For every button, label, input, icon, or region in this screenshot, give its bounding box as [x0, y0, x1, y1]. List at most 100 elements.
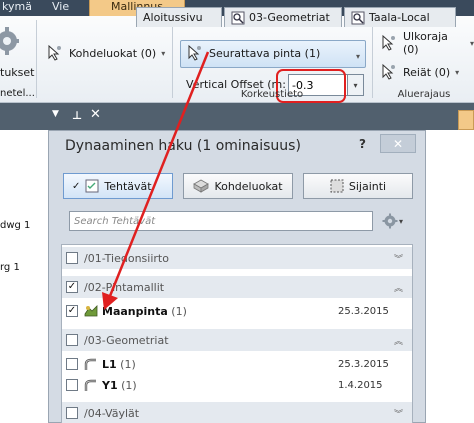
group-separator [372, 20, 373, 98]
ribbon-partial-group-label: netel... [0, 88, 35, 99]
group-label: /04-Väylät [84, 406, 140, 420]
alignment-icon [84, 379, 96, 391]
map-search-icon [351, 11, 365, 24]
tab-taala-local-label: Taala-Local [369, 11, 430, 24]
pick-cursor-icon [382, 34, 395, 51]
check-icon: ✓ [67, 281, 77, 292]
gear-icon [382, 213, 398, 229]
tab-aloitussivu[interactable]: Aloitussivu [136, 7, 222, 27]
item-name: Y1 [102, 378, 118, 392]
tab-vie[interactable]: Vie [52, 0, 78, 16]
item-checkbox[interactable]: ✓ [66, 305, 78, 317]
chevron-down-icon[interactable]: ▾ [356, 52, 360, 61]
search-options-button[interactable]: ▾ [382, 211, 408, 231]
group-checkbox[interactable]: ✓ [66, 281, 78, 293]
group-label-korkeustieto: Korkeustieto [240, 89, 304, 100]
surface-icon [84, 305, 98, 317]
task-list-icon [85, 179, 99, 193]
tab-overflow[interactable] [458, 110, 474, 130]
ribbon: tukset netel... Kohdeluokat (0) ▾ Seurat… [0, 16, 474, 103]
feature-class-icon [193, 179, 210, 193]
tab-aloitussivu-label: Aloitussivu [143, 11, 203, 24]
ribbon-partial-label[interactable]: tukset [0, 66, 34, 79]
group-checkbox[interactable] [66, 407, 78, 419]
kohdeluokat-button[interactable]: Kohdeluokat (0) ▾ [46, 44, 165, 62]
tehtavat-label: Tehtävät [104, 179, 152, 193]
tab-nakyma[interactable]: kymä [2, 0, 34, 16]
item-label: Maanpinta (1) [102, 305, 187, 318]
panel-title: Dynaaminen haku (1 ominaisuus) [65, 138, 301, 154]
list-item[interactable]: L1 (1) 25.3.2015 [62, 354, 412, 374]
pick-cursor-icon [48, 44, 61, 61]
item-count: (1) [120, 357, 136, 371]
group-separator [172, 20, 173, 98]
kohdeluokat-label: Kohdeluokat (0) [69, 46, 157, 60]
sijainti-button[interactable]: Sijainti [303, 173, 413, 199]
expand-icon[interactable]: ︾ [394, 252, 403, 265]
group-separator [36, 20, 37, 98]
search-input[interactable] [69, 211, 373, 231]
close-button[interactable]: ✕ [380, 134, 416, 153]
results-list: /01-Tiedonsiirto ︾ ✓ /02-Pintamallit ︽ ✓… [61, 244, 413, 423]
gear-large-icon[interactable] [0, 26, 20, 56]
reiat-button[interactable]: Reiät (0) ▾ [380, 63, 459, 81]
item-checkbox[interactable] [66, 379, 78, 391]
item-date: 1.4.2015 [338, 379, 383, 391]
project-tree-pane: dwg 1 rg 1 [0, 130, 48, 423]
collapse-icon[interactable]: ︽ [394, 281, 403, 294]
group-label-aluerajaus: Aluerajaus [397, 89, 451, 100]
collapse-icon[interactable]: ︽ [394, 334, 403, 347]
item-count: (1) [171, 304, 187, 318]
map-search-icon [231, 11, 245, 24]
tree-item[interactable]: rg 1 [0, 262, 20, 273]
pick-cursor-icon [188, 44, 201, 61]
ulkoraja-label: Ulkoraja (0) [403, 30, 448, 56]
list-item[interactable]: Y1 (1) 1.4.2015 [62, 375, 412, 395]
tab-taala-local[interactable]: Taala-Local [344, 7, 456, 27]
group-label: /01-Tiedonsiirto [84, 251, 169, 265]
group-checkbox[interactable] [66, 252, 78, 264]
seurattava-pinta-content[interactable]: Seurattava pinta (1) [186, 44, 320, 62]
check-icon: ✓ [67, 305, 77, 316]
close-icon: ✕ [392, 136, 404, 151]
kohdeluokat-filter-label: Kohdeluokat [214, 179, 283, 193]
chevron-down-icon: ▾ [455, 67, 460, 77]
check-icon: ✓ [72, 180, 81, 192]
group-row[interactable]: /04-Väylät ︾ [62, 402, 412, 423]
seurattava-pinta-label: Seurattava pinta (1) [209, 46, 321, 60]
tab-03-geometriat-label: 03-Geometriat [249, 11, 330, 24]
ulkoraja-button[interactable]: Ulkoraja (0) ▾ [380, 30, 474, 56]
group-row[interactable]: /03-Geometriat ︽ [62, 329, 412, 351]
help-button[interactable]: ? [359, 137, 366, 151]
close-icon[interactable]: ✕ [90, 107, 101, 122]
pick-cursor-icon [382, 63, 395, 80]
expand-icon[interactable]: ︾ [394, 407, 403, 420]
item-checkbox[interactable] [66, 358, 78, 370]
group-checkbox[interactable] [66, 334, 78, 346]
item-label: L1 (1) [102, 358, 136, 371]
list-item[interactable]: ✓ Maanpinta (1) 25.3.2015 [62, 301, 412, 321]
group-row[interactable]: ✓ /02-Pintamallit ︽ [62, 276, 412, 298]
sijainti-label: Sijainti [348, 179, 387, 193]
chevron-down-icon[interactable]: ▼ [52, 109, 59, 119]
tab-03-geometriat[interactable]: 03-Geometriat [224, 7, 342, 27]
item-name: Maanpinta [102, 304, 168, 318]
item-date: 25.3.2015 [338, 358, 389, 370]
reiat-label: Reiät (0) [403, 65, 451, 79]
chevron-down-icon: ▾ [161, 48, 166, 58]
tehtavat-button[interactable]: ✓ Tehtävät [63, 173, 173, 199]
pin-icon[interactable]: ⊥ [72, 109, 82, 122]
item-label: Y1 (1) [102, 379, 137, 392]
item-date: 25.3.2015 [338, 305, 389, 317]
tree-item[interactable]: dwg 1 [0, 220, 30, 231]
group-row[interactable]: /01-Tiedonsiirto ︾ [62, 247, 412, 269]
group-label: /02-Pintamallit [84, 280, 165, 294]
item-name: L1 [102, 357, 117, 371]
alignment-icon [84, 358, 96, 370]
kohdeluokat-filter-button[interactable]: Kohdeluokat [183, 173, 293, 199]
dynamic-search-panel: Dynaaminen haku (1 ominaisuus) ? ✕ ✓ Teh… [48, 130, 426, 423]
location-area-icon [330, 179, 344, 193]
item-count: (1) [121, 378, 137, 392]
chevron-down-icon: ▾ [399, 216, 404, 226]
chevron-down-icon: ▾ [469, 38, 474, 48]
